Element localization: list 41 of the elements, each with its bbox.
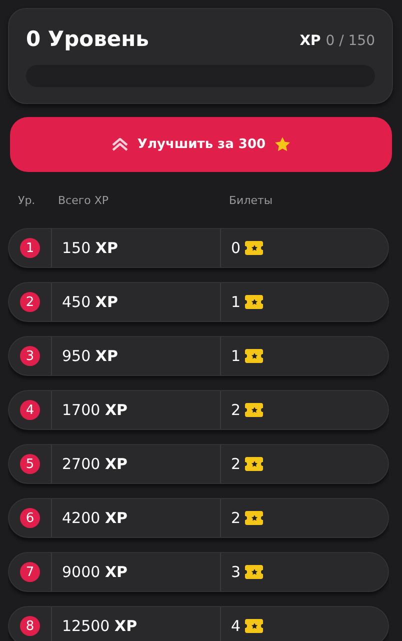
xp-total: 12500 XP: [62, 617, 138, 635]
column-header: Билеты: [228, 194, 274, 206]
ticket-icon: [244, 456, 264, 472]
ticket-count: 2: [231, 455, 241, 473]
level-badge: 2: [20, 292, 40, 312]
level-badge: 1: [20, 238, 40, 258]
ticket-icon: [244, 510, 264, 526]
level-badge: 3: [20, 346, 40, 366]
ticket-count: 1: [231, 347, 241, 365]
chevrons-up-icon: [111, 136, 130, 154]
level-badge: 7: [20, 562, 40, 582]
level-title: 0 Уровень: [26, 27, 149, 51]
ticket-count: 3: [231, 563, 241, 581]
xp-total: 1700 XP: [62, 401, 128, 419]
xp-total: 2700 XP: [62, 455, 128, 473]
xp-total: 9000 XP: [62, 563, 128, 581]
xp-total: 150 XP: [62, 239, 118, 257]
level-badge: 5: [20, 454, 40, 474]
ticket-icon: [244, 618, 264, 634]
xp-total: 4200 XP: [62, 509, 128, 527]
xp-progress-text: 0 / 150: [326, 32, 375, 48]
ticket-count: 1: [231, 293, 241, 311]
ticket-icon: [244, 294, 264, 310]
level-badge: 6: [20, 508, 40, 528]
ticket-icon: [244, 402, 264, 418]
column-header: Всего XP: [57, 194, 110, 206]
ticket-icon: [244, 240, 264, 256]
xp-label: XP: [300, 32, 321, 48]
ticket-count: 2: [231, 401, 241, 419]
ticket-icon: [244, 564, 264, 580]
xp-total: 950 XP: [62, 347, 118, 365]
star-icon: [274, 136, 291, 153]
level-badge: 8: [20, 616, 40, 636]
ticket-icon: [244, 348, 264, 364]
column-header: Ур.: [17, 194, 36, 206]
ticket-count: 4: [231, 617, 241, 635]
ticket-count: 0: [231, 239, 241, 257]
level-badge: 4: [20, 400, 40, 420]
upgrade-button[interactable]: Улучшить за 300: [10, 117, 392, 172]
ticket-count: 2: [231, 509, 241, 527]
xp-total: 450 XP: [62, 293, 118, 311]
